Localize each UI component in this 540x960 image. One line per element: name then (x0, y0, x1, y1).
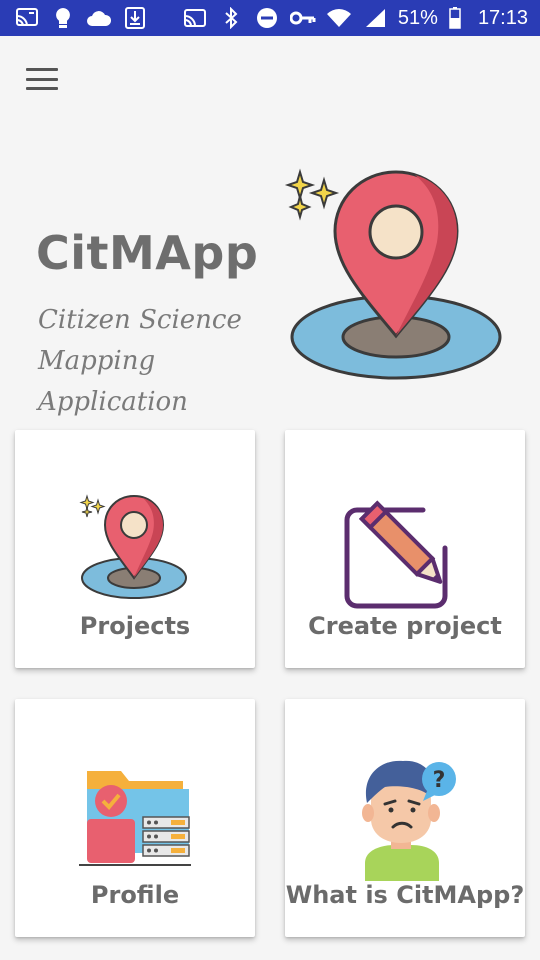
create-project-label: Create project (308, 612, 502, 640)
wifi-icon (326, 6, 352, 30)
what-is-citmapp-card[interactable]: ? What is CitMApp? (285, 699, 525, 937)
projects-label: Projects (79, 612, 191, 640)
cast-icon (14, 6, 40, 30)
map-pin-icon (284, 168, 502, 380)
bluetooth-icon (218, 6, 244, 30)
clock: 17:13 (477, 6, 528, 29)
vpn-key-icon (289, 6, 316, 30)
status-right-icons: 51% 17:13 (182, 6, 528, 30)
lightbulb-icon (50, 6, 76, 30)
menu-line (26, 87, 58, 90)
battery-percent: 51% (397, 6, 438, 29)
create-project-card[interactable]: Create project (285, 430, 525, 668)
projects-card[interactable]: Projects (15, 430, 255, 668)
hero-map-pin-icon (282, 164, 508, 390)
do-not-disturb-icon (254, 6, 280, 30)
profile-folder-icon (79, 771, 191, 866)
battery-icon (448, 6, 462, 30)
profile-label: Profile (90, 881, 180, 909)
menu-line (26, 68, 58, 71)
screencast-icon (182, 6, 208, 30)
signal-icon (362, 6, 388, 30)
download-icon (122, 6, 148, 30)
hamburger-menu-icon[interactable] (26, 66, 58, 92)
what-is-citmapp-label: What is CitMApp? (285, 881, 525, 909)
app-subtitle: Citizen Science Mapping Application (38, 305, 242, 417)
cloud-icon (86, 6, 112, 30)
profile-card[interactable]: Profile (15, 699, 255, 937)
map-pin-icon (79, 494, 187, 599)
menu-line (26, 77, 58, 81)
edit-icon (344, 500, 448, 609)
confused-person-icon: ? (362, 760, 456, 881)
status-left-icons (14, 6, 148, 30)
svg-text:?: ? (433, 768, 446, 793)
app-title: CitMApp (36, 226, 259, 280)
status-bar: 51% 17:13 (0, 0, 540, 36)
